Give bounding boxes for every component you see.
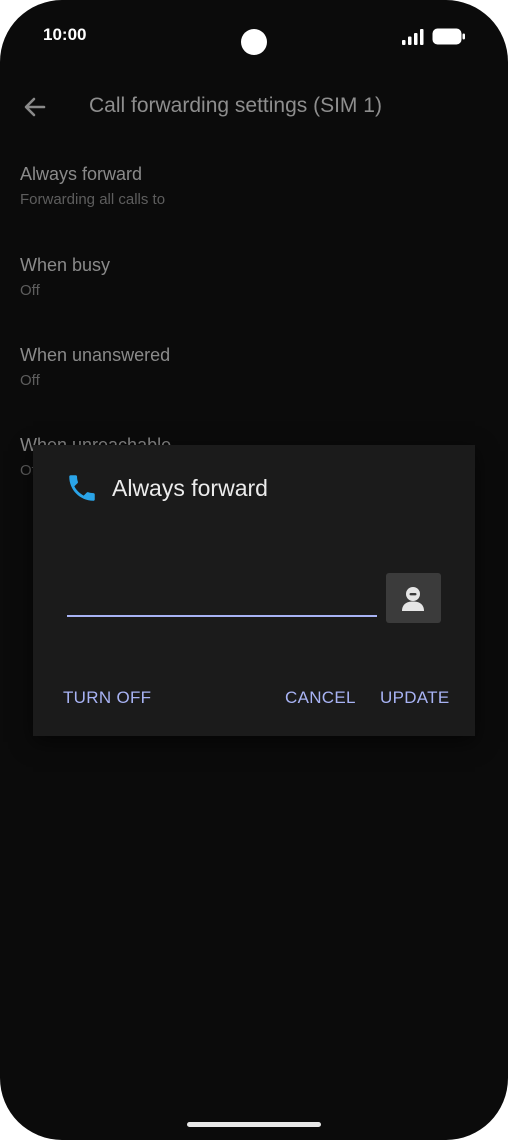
update-button[interactable]: UPDATE (380, 688, 450, 708)
signal-icon (402, 29, 424, 45)
gesture-nav-handle[interactable] (187, 1122, 321, 1127)
status-bar: 10:00 (0, 0, 508, 70)
setting-when-busy[interactable]: When busy Off (20, 255, 480, 299)
setting-title: When busy (20, 255, 111, 275)
app-bar: Call forwarding settings (SIM 1) (0, 80, 508, 136)
turn-off-button[interactable]: TURN OFF (63, 688, 151, 708)
dialog-title: Always forward (112, 475, 268, 501)
setting-subtitle: Off (20, 282, 40, 299)
cancel-button[interactable]: CANCEL (285, 688, 356, 708)
setting-subtitle: Off (20, 372, 40, 389)
setting-always-forward[interactable]: Always forward Forwarding all calls to (20, 164, 480, 208)
forward-number-input[interactable] (67, 583, 377, 617)
contact-picker-icon (402, 587, 424, 611)
setting-subtitle: Forwarding all calls to (20, 191, 166, 208)
phone-icon (69, 475, 95, 501)
status-time: 10:00 (43, 25, 87, 44)
always-forward-dialog: Always forward TURN OFF CANCEL UPDATE (33, 445, 475, 736)
setting-title: When unanswered (20, 345, 171, 365)
page-title: Call forwarding settings (SIM 1) (89, 94, 382, 117)
phone-screen: 10:00 Call forwarding settings (SIM 1) A… (0, 0, 508, 1140)
setting-when-unanswered[interactable]: When unanswered Off (20, 345, 480, 389)
setting-title: Always forward (20, 164, 143, 184)
arrow-back-icon[interactable] (20, 92, 50, 122)
camera-cutout (241, 29, 267, 55)
contact-picker-button[interactable] (386, 573, 441, 623)
battery-icon (432, 28, 465, 45)
